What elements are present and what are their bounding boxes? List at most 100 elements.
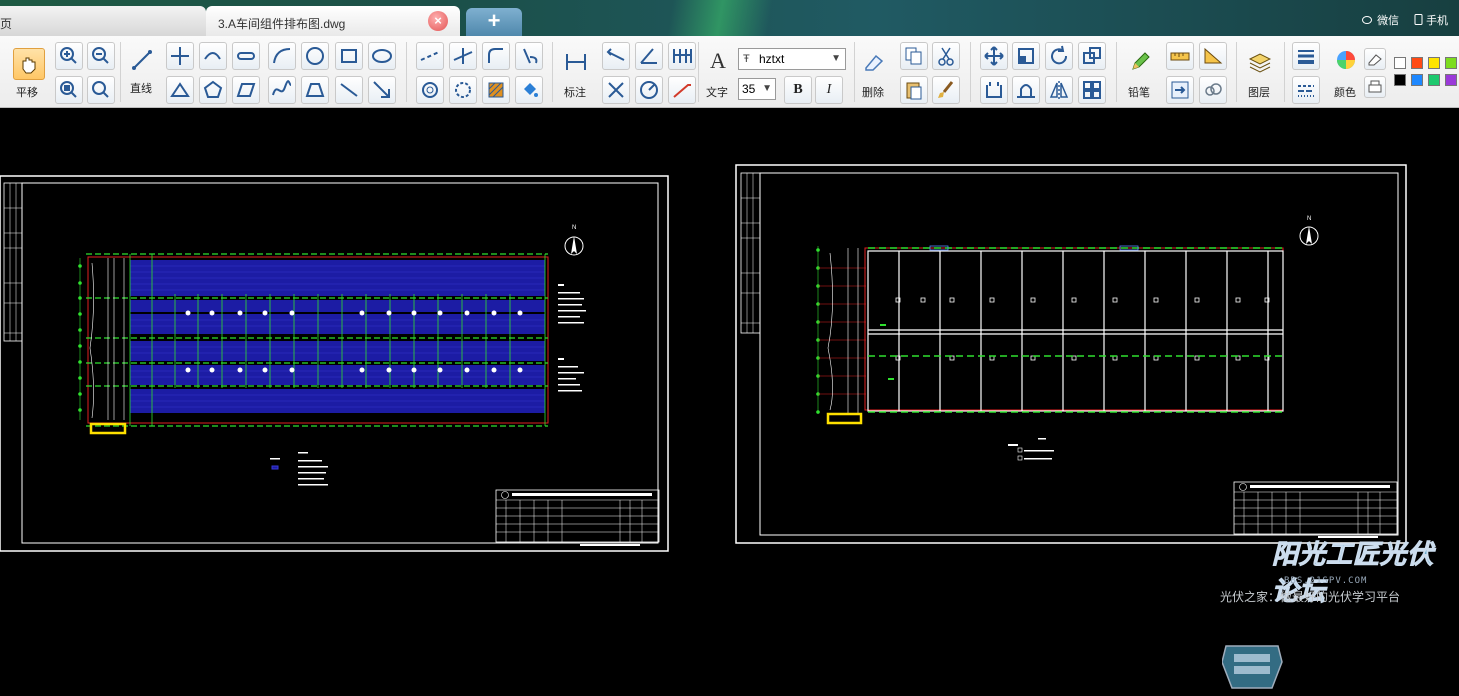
layer-button[interactable] xyxy=(1246,48,1274,76)
radius-dimension-button[interactable] xyxy=(635,76,663,104)
ellipse-button[interactable] xyxy=(368,42,396,70)
mirror-icon xyxy=(1049,81,1069,99)
fillet-icon xyxy=(488,48,503,63)
spline-button[interactable] xyxy=(268,76,296,104)
fill-button[interactable] xyxy=(515,76,543,104)
zoom-refresh-button[interactable] xyxy=(87,76,115,104)
continuous-dimension-button[interactable] xyxy=(668,42,696,70)
arrow-button[interactable] xyxy=(368,76,396,104)
rotate-button[interactable] xyxy=(1045,42,1073,70)
match-properties-button[interactable] xyxy=(932,76,960,104)
text-tool-button[interactable]: A xyxy=(704,48,732,76)
color-swatch[interactable] xyxy=(1445,57,1457,69)
color-swatch[interactable] xyxy=(1411,57,1423,69)
drawing-canvas[interactable]: N N xyxy=(0,108,1459,689)
zoom-window-button[interactable] xyxy=(55,76,83,104)
hatch-button[interactable] xyxy=(482,76,510,104)
rectangle-button[interactable] xyxy=(335,42,363,70)
pencil-button[interactable] xyxy=(1126,48,1154,76)
tab-drawing-file[interactable]: 3.A车间组件排布图.dwg × xyxy=(206,6,460,36)
slot-icon xyxy=(237,52,255,60)
spline-icon xyxy=(272,80,292,96)
measure-area-button[interactable] xyxy=(1199,42,1227,70)
mirror-button[interactable] xyxy=(1045,76,1073,104)
color-swatch[interactable] xyxy=(1394,57,1406,69)
italic-button[interactable]: I xyxy=(815,76,843,104)
fillet-button[interactable] xyxy=(482,42,510,70)
watermark-url: BBS.21SPV.COM xyxy=(1284,576,1368,586)
zoom-in-button[interactable] xyxy=(55,42,83,70)
scale-button[interactable] xyxy=(1012,42,1040,70)
ray-icon xyxy=(340,83,358,97)
cloud-sync-button[interactable] xyxy=(1199,76,1227,104)
angular-dimension-button[interactable] xyxy=(635,42,663,70)
explode-button[interactable] xyxy=(980,76,1008,104)
color-swatch[interactable] xyxy=(1411,74,1423,86)
pan-button[interactable] xyxy=(13,48,45,80)
tab-home[interactable]: 页 xyxy=(0,6,206,36)
stretch-button[interactable] xyxy=(1078,42,1106,70)
zoom-out-button[interactable] xyxy=(87,42,115,70)
pentagon-button[interactable] xyxy=(199,76,227,104)
line-weight-button[interactable] xyxy=(1292,42,1320,70)
paste-button[interactable] xyxy=(900,76,928,104)
cad-drawing[interactable]: N N xyxy=(0,108,1459,612)
wechat-link[interactable]: 微信 xyxy=(1362,12,1399,28)
color-swatch[interactable] xyxy=(1445,74,1457,86)
cloud-icon xyxy=(1205,83,1222,96)
measure-distance-button[interactable] xyxy=(1166,42,1194,70)
trapezoid-button[interactable] xyxy=(301,76,329,104)
pencil-icon xyxy=(1132,52,1150,70)
right-sheet[interactable]: N xyxy=(735,164,1407,544)
dimension-button[interactable] xyxy=(562,48,590,76)
offset-button[interactable] xyxy=(416,76,444,104)
color-picker-button[interactable] xyxy=(1334,48,1358,72)
separator xyxy=(552,42,553,102)
cut-button[interactable] xyxy=(932,42,960,70)
coordinate-dimension-button[interactable] xyxy=(602,76,630,104)
array-icon xyxy=(1083,81,1101,99)
color-swatch[interactable] xyxy=(1428,74,1440,86)
move-button[interactable] xyxy=(980,42,1008,70)
print-button[interactable] xyxy=(1364,76,1386,98)
color-swatch[interactable] xyxy=(1428,57,1440,69)
copy-button[interactable] xyxy=(900,42,928,70)
dimension-icon xyxy=(566,54,586,70)
move-icon xyxy=(984,46,1004,66)
line-type-button[interactable] xyxy=(1292,76,1320,104)
eraser-style-button[interactable] xyxy=(1364,48,1386,70)
extend-button[interactable] xyxy=(449,42,477,70)
circle-button[interactable] xyxy=(301,42,329,70)
font-size-select[interactable]: 35 ▼ xyxy=(738,78,776,100)
phone-link[interactable]: 手机 xyxy=(1414,12,1448,28)
export-button[interactable] xyxy=(1166,76,1194,104)
hatch-icon xyxy=(488,82,504,98)
arc-button[interactable] xyxy=(268,42,296,70)
ellipse-icon xyxy=(372,49,392,63)
polyline-arc-button[interactable] xyxy=(199,42,227,70)
coordinate-icon xyxy=(608,82,624,98)
trim-button[interactable] xyxy=(416,42,444,70)
cloud-icon xyxy=(455,82,471,98)
triangle-button[interactable] xyxy=(166,76,194,104)
array-button[interactable] xyxy=(1078,76,1106,104)
revcloud-button[interactable] xyxy=(449,76,477,104)
cross-point-button[interactable] xyxy=(166,42,194,70)
slot-button[interactable] xyxy=(232,42,260,70)
close-tab-icon[interactable]: × xyxy=(428,11,448,31)
delete-button[interactable] xyxy=(860,48,888,76)
font-name-select[interactable]: Ŧ hztxt ▼ xyxy=(738,48,846,70)
aligned-dimension-button[interactable] xyxy=(602,42,630,70)
stretch-shape-button[interactable] xyxy=(1012,76,1040,104)
break-button[interactable] xyxy=(515,42,543,70)
add-tab-button[interactable]: + xyxy=(466,8,522,36)
color-swatch[interactable] xyxy=(1394,74,1406,86)
parallelogram-button[interactable] xyxy=(232,76,260,104)
line-button[interactable] xyxy=(128,46,156,74)
bold-button[interactable]: B xyxy=(784,76,812,104)
leader-button[interactable] xyxy=(668,76,696,104)
ray-button[interactable] xyxy=(335,76,363,104)
decorative-swoosh xyxy=(640,0,800,36)
arc-icon xyxy=(273,48,291,64)
left-sheet[interactable]: N xyxy=(0,175,669,552)
